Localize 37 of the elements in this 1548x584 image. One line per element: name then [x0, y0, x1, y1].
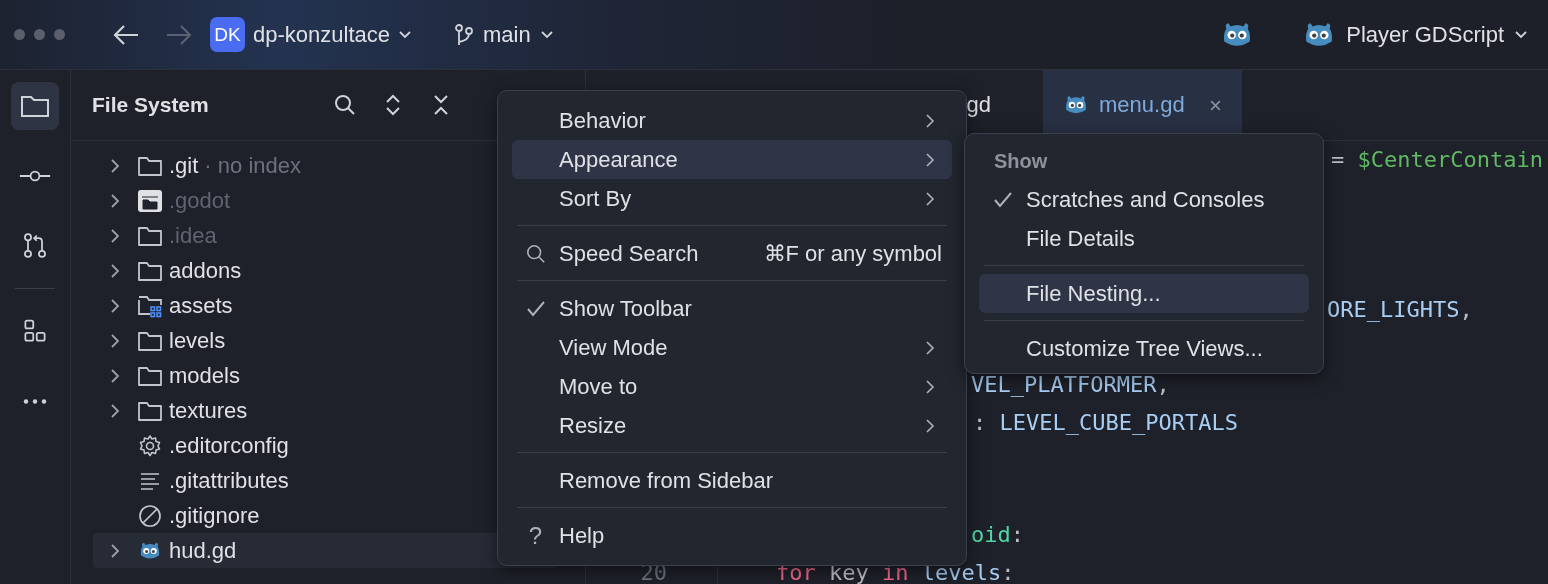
- menu-item-label: Help: [559, 522, 606, 549]
- code-line: : LEVEL_CUBE_PORTALS: [973, 409, 1238, 435]
- file-name: assets: [169, 292, 233, 319]
- menu-item-label: Behavior: [559, 107, 647, 134]
- code-line: oid:: [971, 522, 1024, 548]
- menu-item-label: Customize Tree Views...: [1026, 335, 1264, 362]
- file-name: hud.gd: [169, 537, 237, 564]
- menu-item-label: Remove from Sidebar: [559, 467, 774, 494]
- file-name: .gitattributes: [169, 467, 289, 494]
- file-name: models: [169, 362, 240, 389]
- file-name: .editorconfig: [169, 432, 289, 459]
- code-line: VEL_PLATFORMER,: [971, 372, 1170, 398]
- menu-item-label: File Details: [1026, 225, 1136, 252]
- code-line: for key in levels:: [776, 559, 1015, 584]
- shortcut-hint: ⌘F or any symbol: [763, 240, 942, 267]
- file-name: .gitignore: [169, 502, 260, 529]
- file-hint: · no index: [204, 152, 301, 179]
- code-line: = $CenterContain: [1331, 147, 1543, 173]
- file-name: levels: [169, 327, 226, 354]
- menu-item-label: Speed Search: [559, 240, 700, 267]
- menu-item-label: View Mode: [559, 334, 669, 361]
- file-name: .idea: [169, 222, 217, 249]
- project-badge: DK: [210, 17, 245, 52]
- menu-section-header: Show: [993, 148, 1049, 174]
- menu-item-label: Appearance: [559, 146, 679, 173]
- menu-item-label: Show Toolbar: [559, 295, 693, 322]
- menu-item-label: File Nesting...: [1026, 280, 1162, 307]
- panel-title: File System: [92, 93, 209, 117]
- file-name: textures: [169, 397, 248, 424]
- menu-item-label: Resize: [559, 412, 628, 439]
- menu-item-label: Move to: [559, 373, 639, 400]
- code-line: ORE_LIGHTS,: [1327, 297, 1473, 323]
- file-name: addons: [169, 257, 242, 284]
- menu-item-label: Sort By: [559, 185, 633, 212]
- menu-item-label: Scratches and Consoles: [1026, 186, 1266, 213]
- file-name: .godot: [169, 187, 231, 214]
- file-name: .git: [169, 152, 199, 179]
